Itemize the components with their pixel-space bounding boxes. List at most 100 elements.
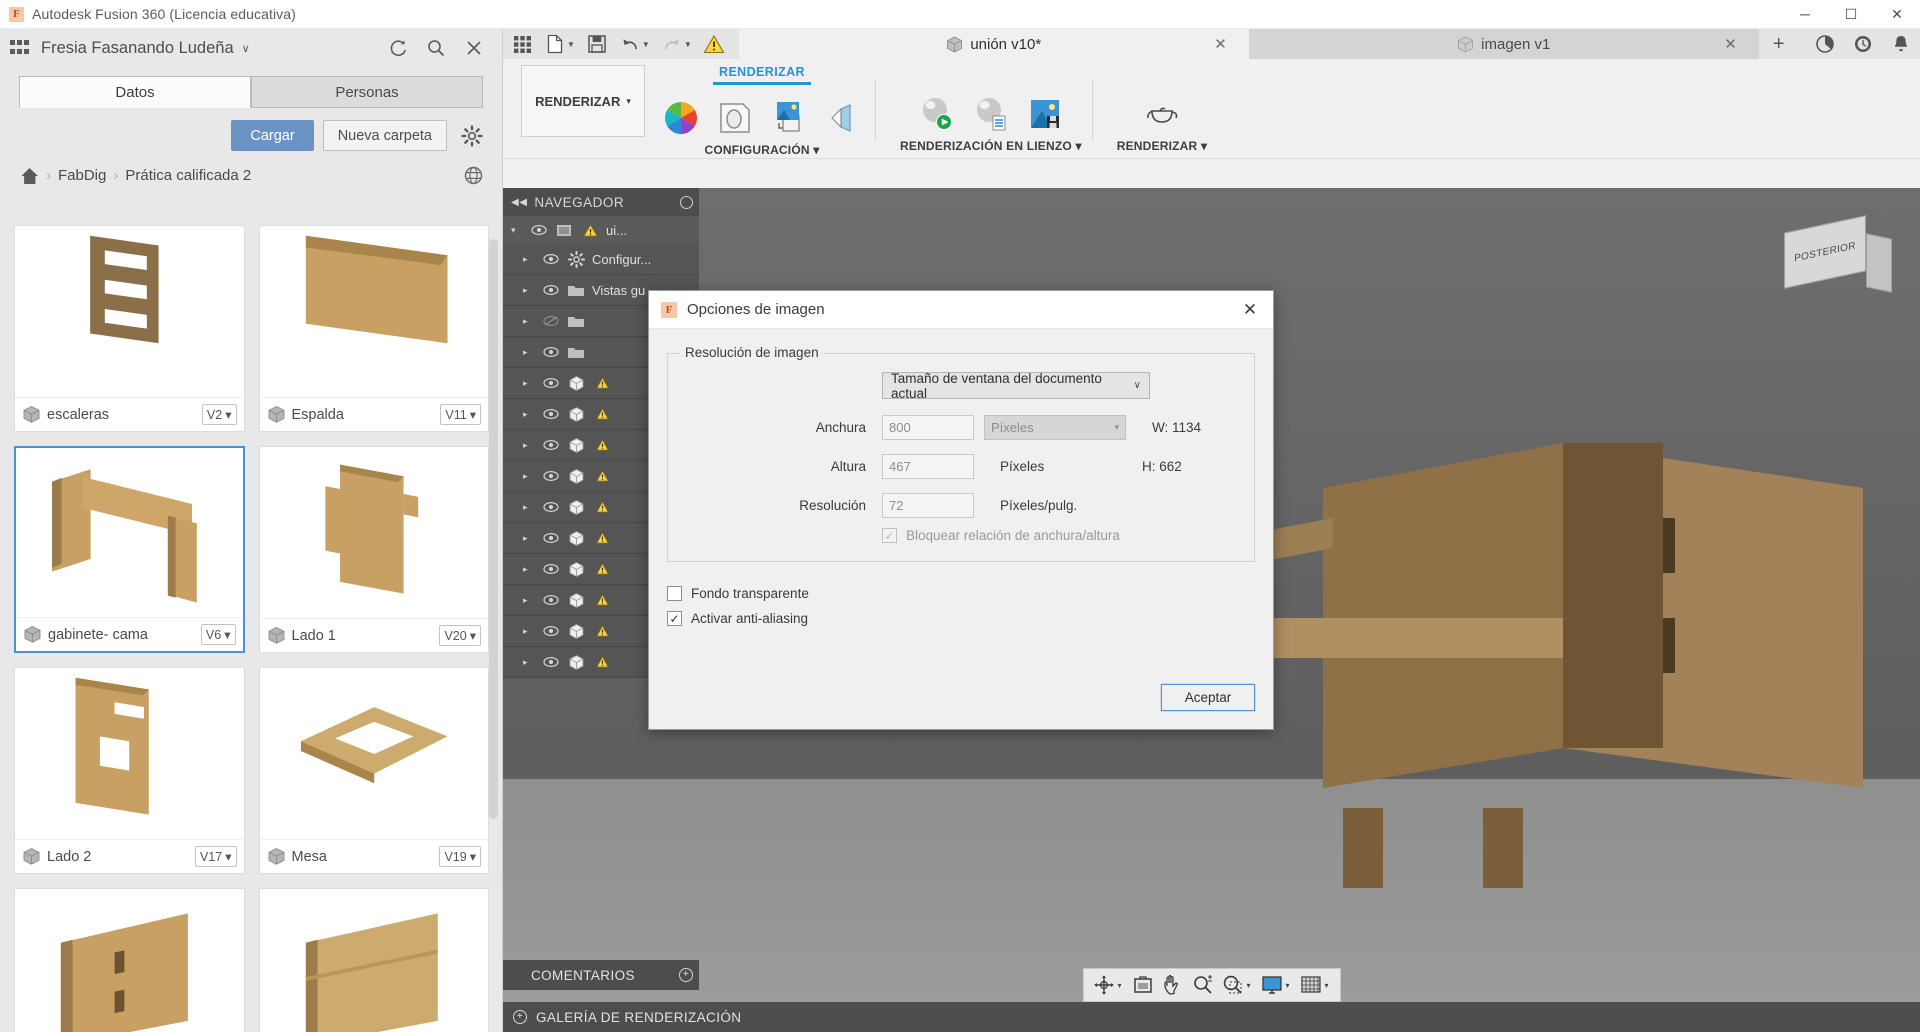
close-tab-icon[interactable]: ✕ bbox=[1214, 35, 1227, 53]
view-cube-side[interactable] bbox=[1866, 233, 1892, 293]
close-window-button[interactable]: ✕ bbox=[1874, 0, 1920, 29]
status-bar[interactable]: + GALERÍA DE RENDERIZACIÓN bbox=[503, 1002, 1920, 1032]
expand-arrow-icon[interactable]: ▸ bbox=[523, 502, 536, 513]
capture-image-icon[interactable] bbox=[1023, 91, 1067, 135]
visibility-eye-icon[interactable] bbox=[542, 281, 560, 299]
width-unit-select[interactable]: Píxeles ▾ bbox=[984, 415, 1126, 440]
close-data-panel-icon[interactable] bbox=[464, 38, 484, 58]
chevron-down-icon[interactable]: ▾ bbox=[1325, 981, 1329, 990]
item-version-select[interactable]: V20 ▾ bbox=[439, 625, 481, 646]
resolution-input[interactable]: 72 bbox=[882, 493, 974, 518]
collapse-panel-icon[interactable]: ◀◀ bbox=[511, 197, 527, 208]
save-icon[interactable] bbox=[582, 30, 612, 58]
appearance-icon[interactable] bbox=[659, 95, 703, 139]
new-document-button[interactable]: ▼ bbox=[540, 30, 579, 58]
visibility-eye-icon[interactable] bbox=[542, 436, 560, 454]
render-teapot-icon[interactable] bbox=[1140, 91, 1184, 135]
data-panel-item[interactable]: Espalda V11 ▾ bbox=[258, 225, 489, 432]
pan-icon[interactable] bbox=[1158, 971, 1186, 999]
lock-aspect-checkbox[interactable]: ✓ bbox=[882, 528, 897, 543]
expand-arrow-icon[interactable]: ▸ bbox=[523, 533, 536, 544]
accept-button[interactable]: Aceptar bbox=[1160, 683, 1256, 712]
document-tab-union[interactable]: unión v10* ✕ bbox=[738, 29, 1249, 59]
expand-arrow-icon[interactable]: ▸ bbox=[523, 347, 536, 358]
expand-arrow-icon[interactable]: ▸ bbox=[523, 657, 536, 668]
chevron-down-icon[interactable]: ▾ bbox=[1246, 981, 1250, 990]
item-version-select[interactable]: V11 ▾ bbox=[440, 404, 481, 425]
visibility-eye-icon[interactable] bbox=[542, 312, 560, 330]
visibility-eye-icon[interactable] bbox=[542, 250, 560, 268]
item-version-select[interactable]: V2 ▾ bbox=[201, 404, 237, 425]
workspace-switcher-button[interactable]: RENDERIZAR ▾ bbox=[521, 65, 645, 137]
expand-arrow-icon[interactable]: ▸ bbox=[523, 626, 536, 637]
scene-settings-icon[interactable] bbox=[713, 95, 757, 139]
new-tab-button[interactable]: + bbox=[1759, 29, 1799, 59]
expand-arrow-icon[interactable]: ▾ bbox=[511, 225, 524, 236]
close-tab-icon[interactable]: ✕ bbox=[1724, 35, 1737, 53]
projects-grid-icon[interactable] bbox=[10, 40, 32, 56]
visibility-eye-icon[interactable] bbox=[542, 622, 560, 640]
user-name-label[interactable]: Fresia Fasanando Ludeña bbox=[41, 39, 234, 58]
add-comment-icon[interactable]: + bbox=[679, 968, 693, 982]
data-panel-item[interactable]: Lado 1 V20 ▾ bbox=[258, 446, 489, 653]
expand-arrow-icon[interactable]: ▸ bbox=[523, 595, 536, 606]
undo-button[interactable]: ▼ bbox=[615, 30, 654, 58]
decal-icon[interactable] bbox=[767, 95, 811, 139]
gear-icon[interactable] bbox=[461, 124, 483, 147]
expand-arrow-icon[interactable]: ▸ bbox=[523, 254, 536, 265]
upload-button[interactable]: Cargar bbox=[231, 120, 314, 151]
ribbon-group-label[interactable]: RENDERIZAR ▾ bbox=[1117, 139, 1207, 153]
visibility-eye-icon[interactable] bbox=[542, 374, 560, 392]
display-settings-icon[interactable] bbox=[1258, 971, 1286, 999]
resolution-preset-select[interactable]: Tamaño de ventana del documento actual ∨ bbox=[882, 371, 1150, 401]
expand-arrow-icon[interactable]: ▸ bbox=[523, 564, 536, 575]
warning-icon[interactable] bbox=[699, 30, 729, 58]
refresh-icon[interactable] bbox=[388, 38, 408, 58]
expand-arrow-icon[interactable]: ▸ bbox=[523, 316, 536, 327]
visibility-eye-icon[interactable] bbox=[542, 498, 560, 516]
chevron-down-icon[interactable]: ▾ bbox=[1286, 981, 1290, 990]
redo-button[interactable]: ▼ bbox=[657, 30, 696, 58]
transparent-background-checkbox[interactable] bbox=[667, 586, 682, 601]
tab-datos[interactable]: Datos bbox=[19, 76, 251, 108]
ribbon-group-label[interactable]: RENDERIZACIÓN EN LIENZO ▾ bbox=[900, 139, 1082, 153]
item-version-select[interactable]: V19 ▾ bbox=[439, 846, 481, 867]
item-version-select[interactable]: V6 ▾ bbox=[200, 624, 236, 645]
visibility-eye-icon[interactable] bbox=[542, 560, 560, 578]
chevron-down-icon[interactable]: ∨ bbox=[242, 42, 250, 55]
chevron-down-icon[interactable]: ▼ bbox=[642, 40, 650, 49]
document-tab-imagen[interactable]: imagen v1 ✕ bbox=[1248, 29, 1759, 59]
notifications-icon[interactable] bbox=[1891, 34, 1911, 54]
in-canvas-render-icon[interactable] bbox=[915, 91, 959, 135]
data-panel-item[interactable]: escaleras V2 ▾ bbox=[14, 225, 245, 432]
visibility-eye-icon[interactable] bbox=[542, 529, 560, 547]
chevron-down-icon[interactable]: ▼ bbox=[684, 40, 692, 49]
zoom-window-icon[interactable] bbox=[1218, 971, 1246, 999]
tab-personas[interactable]: Personas bbox=[251, 76, 483, 108]
orbit-icon[interactable] bbox=[1089, 971, 1117, 999]
view-cube-face[interactable]: POSTERIOR bbox=[1784, 215, 1866, 289]
add-render-icon[interactable]: + bbox=[513, 1010, 527, 1024]
maximize-button[interactable]: ☐ bbox=[1828, 0, 1874, 29]
grid-icon[interactable] bbox=[507, 30, 537, 58]
expand-arrow-icon[interactable]: ▸ bbox=[523, 409, 536, 420]
data-panel-item[interactable]: gabinete- cama V6 ▾ bbox=[14, 446, 245, 653]
item-version-select[interactable]: V17 ▾ bbox=[194, 846, 237, 867]
expand-arrow-icon[interactable]: ▸ bbox=[523, 471, 536, 482]
close-dialog-button[interactable]: ✕ bbox=[1235, 295, 1265, 325]
browser-options-icon[interactable] bbox=[680, 195, 693, 209]
expand-arrow-icon[interactable]: ▸ bbox=[523, 285, 536, 296]
chevron-down-icon[interactable]: ▾ bbox=[1117, 981, 1121, 990]
browser-tree-row[interactable]: ▸ Configur... bbox=[503, 244, 699, 275]
ribbon-active-tab[interactable]: RENDERIZAR bbox=[713, 65, 811, 85]
ribbon-group-label[interactable]: CONFIGURACIÓN ▾ bbox=[704, 143, 819, 157]
expand-arrow-icon[interactable]: ▸ bbox=[523, 378, 536, 389]
visibility-eye-icon[interactable] bbox=[542, 405, 560, 423]
antialiasing-checkbox[interactable]: ✓ bbox=[667, 611, 682, 626]
job-status-icon[interactable] bbox=[1853, 34, 1873, 54]
data-panel-item[interactable]: Lado 2 V17 ▾ bbox=[14, 667, 245, 874]
expand-arrow-icon[interactable]: ▸ bbox=[523, 440, 536, 451]
data-panel-scrollbar[interactable] bbox=[489, 239, 498, 819]
new-folder-button[interactable]: Nueva carpeta bbox=[322, 120, 447, 151]
look-at-icon[interactable] bbox=[1128, 971, 1156, 999]
